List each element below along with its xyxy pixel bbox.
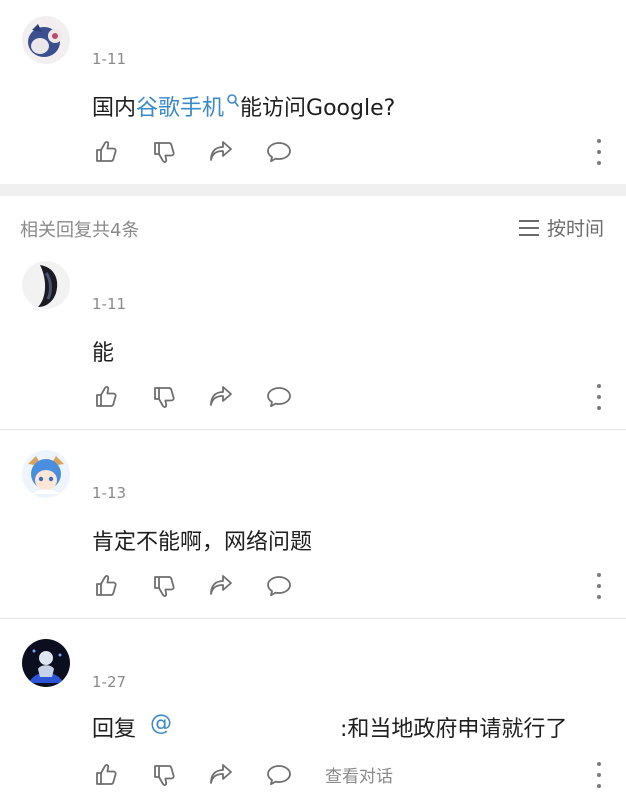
divider [0,618,626,619]
more-icon[interactable] [594,762,604,788]
comment-icon[interactable] [264,137,294,167]
like-icon[interactable] [92,382,122,412]
sort-label: 按时间 [546,218,604,240]
reply-actions [92,571,626,601]
comment-icon[interactable] [264,760,294,790]
share-icon[interactable] [206,137,236,167]
comment-text-prefix: 国内 [92,96,137,121]
keyword-link[interactable]: 谷歌手机 [136,96,224,121]
view-conversation-link[interactable]: 查看对话 [325,762,393,787]
comment-date: 1-11 [92,50,127,68]
search-icon [226,90,240,115]
avatar[interactable] [22,450,70,498]
more-icon[interactable] [594,139,604,165]
reply-date: 1-13 [92,484,127,502]
dislike-icon[interactable] [150,137,180,167]
sort-icon [518,219,539,236]
divider [0,429,626,430]
avatar[interactable] [22,16,70,64]
comment-actions [92,137,626,167]
reply-actions [92,382,626,412]
like-icon[interactable] [92,571,122,601]
comment-text: 国内谷歌手机 能访问Google? [92,90,395,122]
section-separator [0,184,626,196]
comment-icon[interactable] [264,571,294,601]
reply-prefix: 回复 [92,717,137,742]
reply-text: :和当地政府申请就行了 [340,717,568,742]
share-icon[interactable] [206,760,236,790]
avatar[interactable] [22,261,70,309]
mention-link[interactable]: @ [150,711,172,736]
like-icon[interactable] [92,137,122,167]
replies-count: 相关回复共4条 [20,220,140,241]
more-icon[interactable] [594,384,604,410]
more-icon[interactable] [594,573,604,599]
comment-icon[interactable] [264,382,294,412]
dislike-icon[interactable] [150,760,180,790]
comment-text-suffix: 能访问Google? [240,96,396,121]
sort-toggle[interactable]: 按时间 [518,214,604,241]
avatar[interactable] [22,639,70,687]
like-icon[interactable] [92,760,122,790]
reply-text: 肯定不能啊，网络问题 [92,530,313,555]
dislike-icon[interactable] [150,382,180,412]
share-icon[interactable] [206,382,236,412]
dislike-icon[interactable] [150,571,180,601]
share-icon[interactable] [206,571,236,601]
reply-date: 1-11 [92,295,127,313]
reply-date: 1-27 [92,673,127,691]
reply-text: 能 [92,341,115,366]
